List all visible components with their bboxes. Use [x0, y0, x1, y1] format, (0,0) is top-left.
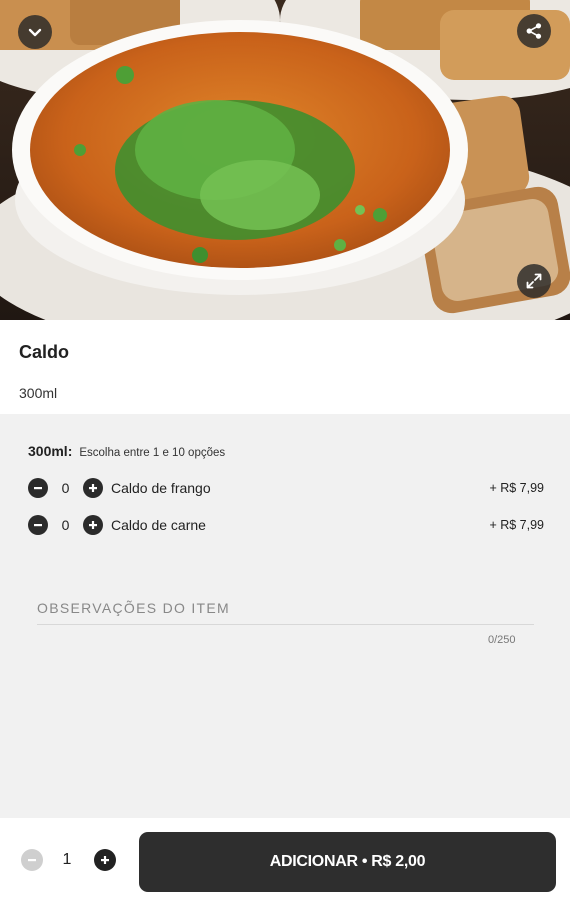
share-icon — [526, 23, 542, 39]
item-quantity: 1 — [62, 851, 72, 868]
increase-button[interactable] — [83, 515, 103, 535]
minus-icon — [34, 487, 42, 490]
expand-icon — [526, 273, 542, 289]
decrease-button[interactable] — [28, 515, 48, 535]
notes-field[interactable]: OBSERVAÇÕES DO ITEM — [37, 600, 230, 616]
soup-photo — [0, 0, 570, 320]
option-label: Caldo de carne — [111, 517, 206, 533]
option-group-hint: Escolha entre 1 e 10 opções — [79, 447, 226, 459]
item-title: Caldo — [19, 342, 70, 362]
item-info: Caldo 300ml — [0, 320, 570, 414]
option-quantity: 0 — [61, 480, 70, 496]
expand-image-button[interactable] — [517, 264, 551, 298]
item-description: 300ml — [19, 385, 58, 401]
share-button[interactable] — [517, 14, 551, 48]
decrease-button[interactable] — [28, 478, 48, 498]
option-label: Caldo de frango — [111, 480, 211, 496]
plus-icon — [89, 484, 97, 492]
chevron-down-icon — [28, 28, 42, 37]
option-price: + R$ 7,99 — [489, 518, 544, 532]
increase-button[interactable] — [83, 478, 103, 498]
plus-icon — [101, 856, 109, 864]
option-price: + R$ 7,99 — [489, 481, 544, 495]
minus-icon — [28, 859, 36, 862]
quantity-decrease-button[interactable] — [21, 849, 43, 871]
option-row-caldo-de-frango: 0 Caldo de frango + R$ 7,99 — [28, 476, 544, 500]
option-quantity: 0 — [61, 517, 70, 533]
option-group-header: 300ml: Escolha entre 1 e 10 opções — [28, 443, 225, 459]
bottom-bar: 1 ADICIONAR • R$ 2,00 — [0, 818, 570, 900]
plus-icon — [89, 521, 97, 529]
options-section: 300ml: Escolha entre 1 e 10 opções 0 Cal… — [0, 414, 570, 818]
product-image — [0, 0, 570, 320]
option-row-caldo-de-carne: 0 Caldo de carne + R$ 7,99 — [28, 513, 544, 537]
option-group-name: 300ml: — [28, 443, 73, 459]
notes-char-counter: 0/250 — [488, 634, 516, 646]
add-to-cart-button[interactable]: ADICIONAR • R$ 2,00 — [139, 832, 556, 892]
collapse-button[interactable] — [18, 15, 52, 49]
notes-underline — [37, 624, 534, 625]
quantity-increase-button[interactable] — [94, 849, 116, 871]
minus-icon — [34, 524, 42, 527]
